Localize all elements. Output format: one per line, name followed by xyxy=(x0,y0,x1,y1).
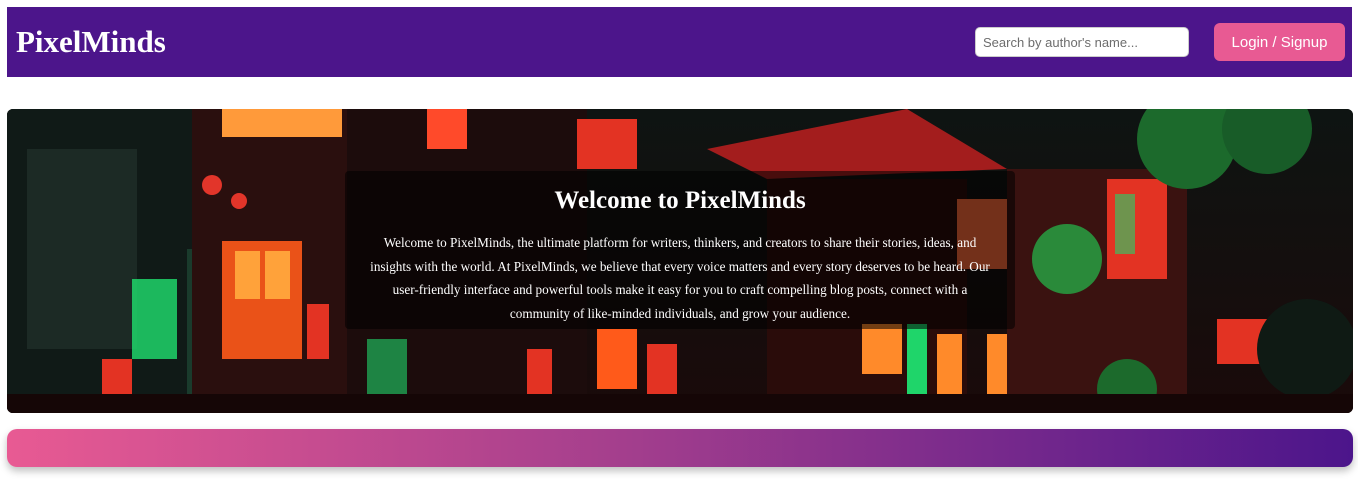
hero-title: Welcome to PixelMinds xyxy=(554,187,806,214)
login-signup-button[interactable]: Login / Signup xyxy=(1214,23,1345,61)
navbar: PixelMinds Login / Signup xyxy=(7,7,1352,77)
site-logo[interactable]: PixelMinds xyxy=(16,22,166,62)
author-search-input[interactable] xyxy=(975,27,1189,57)
gradient-banner xyxy=(7,429,1353,467)
hero-description: Welcome to PixelMinds, the ultimate plat… xyxy=(370,235,990,321)
hero-banner: Welcome to PixelMinds Welcome to PixelMi… xyxy=(7,109,1353,413)
